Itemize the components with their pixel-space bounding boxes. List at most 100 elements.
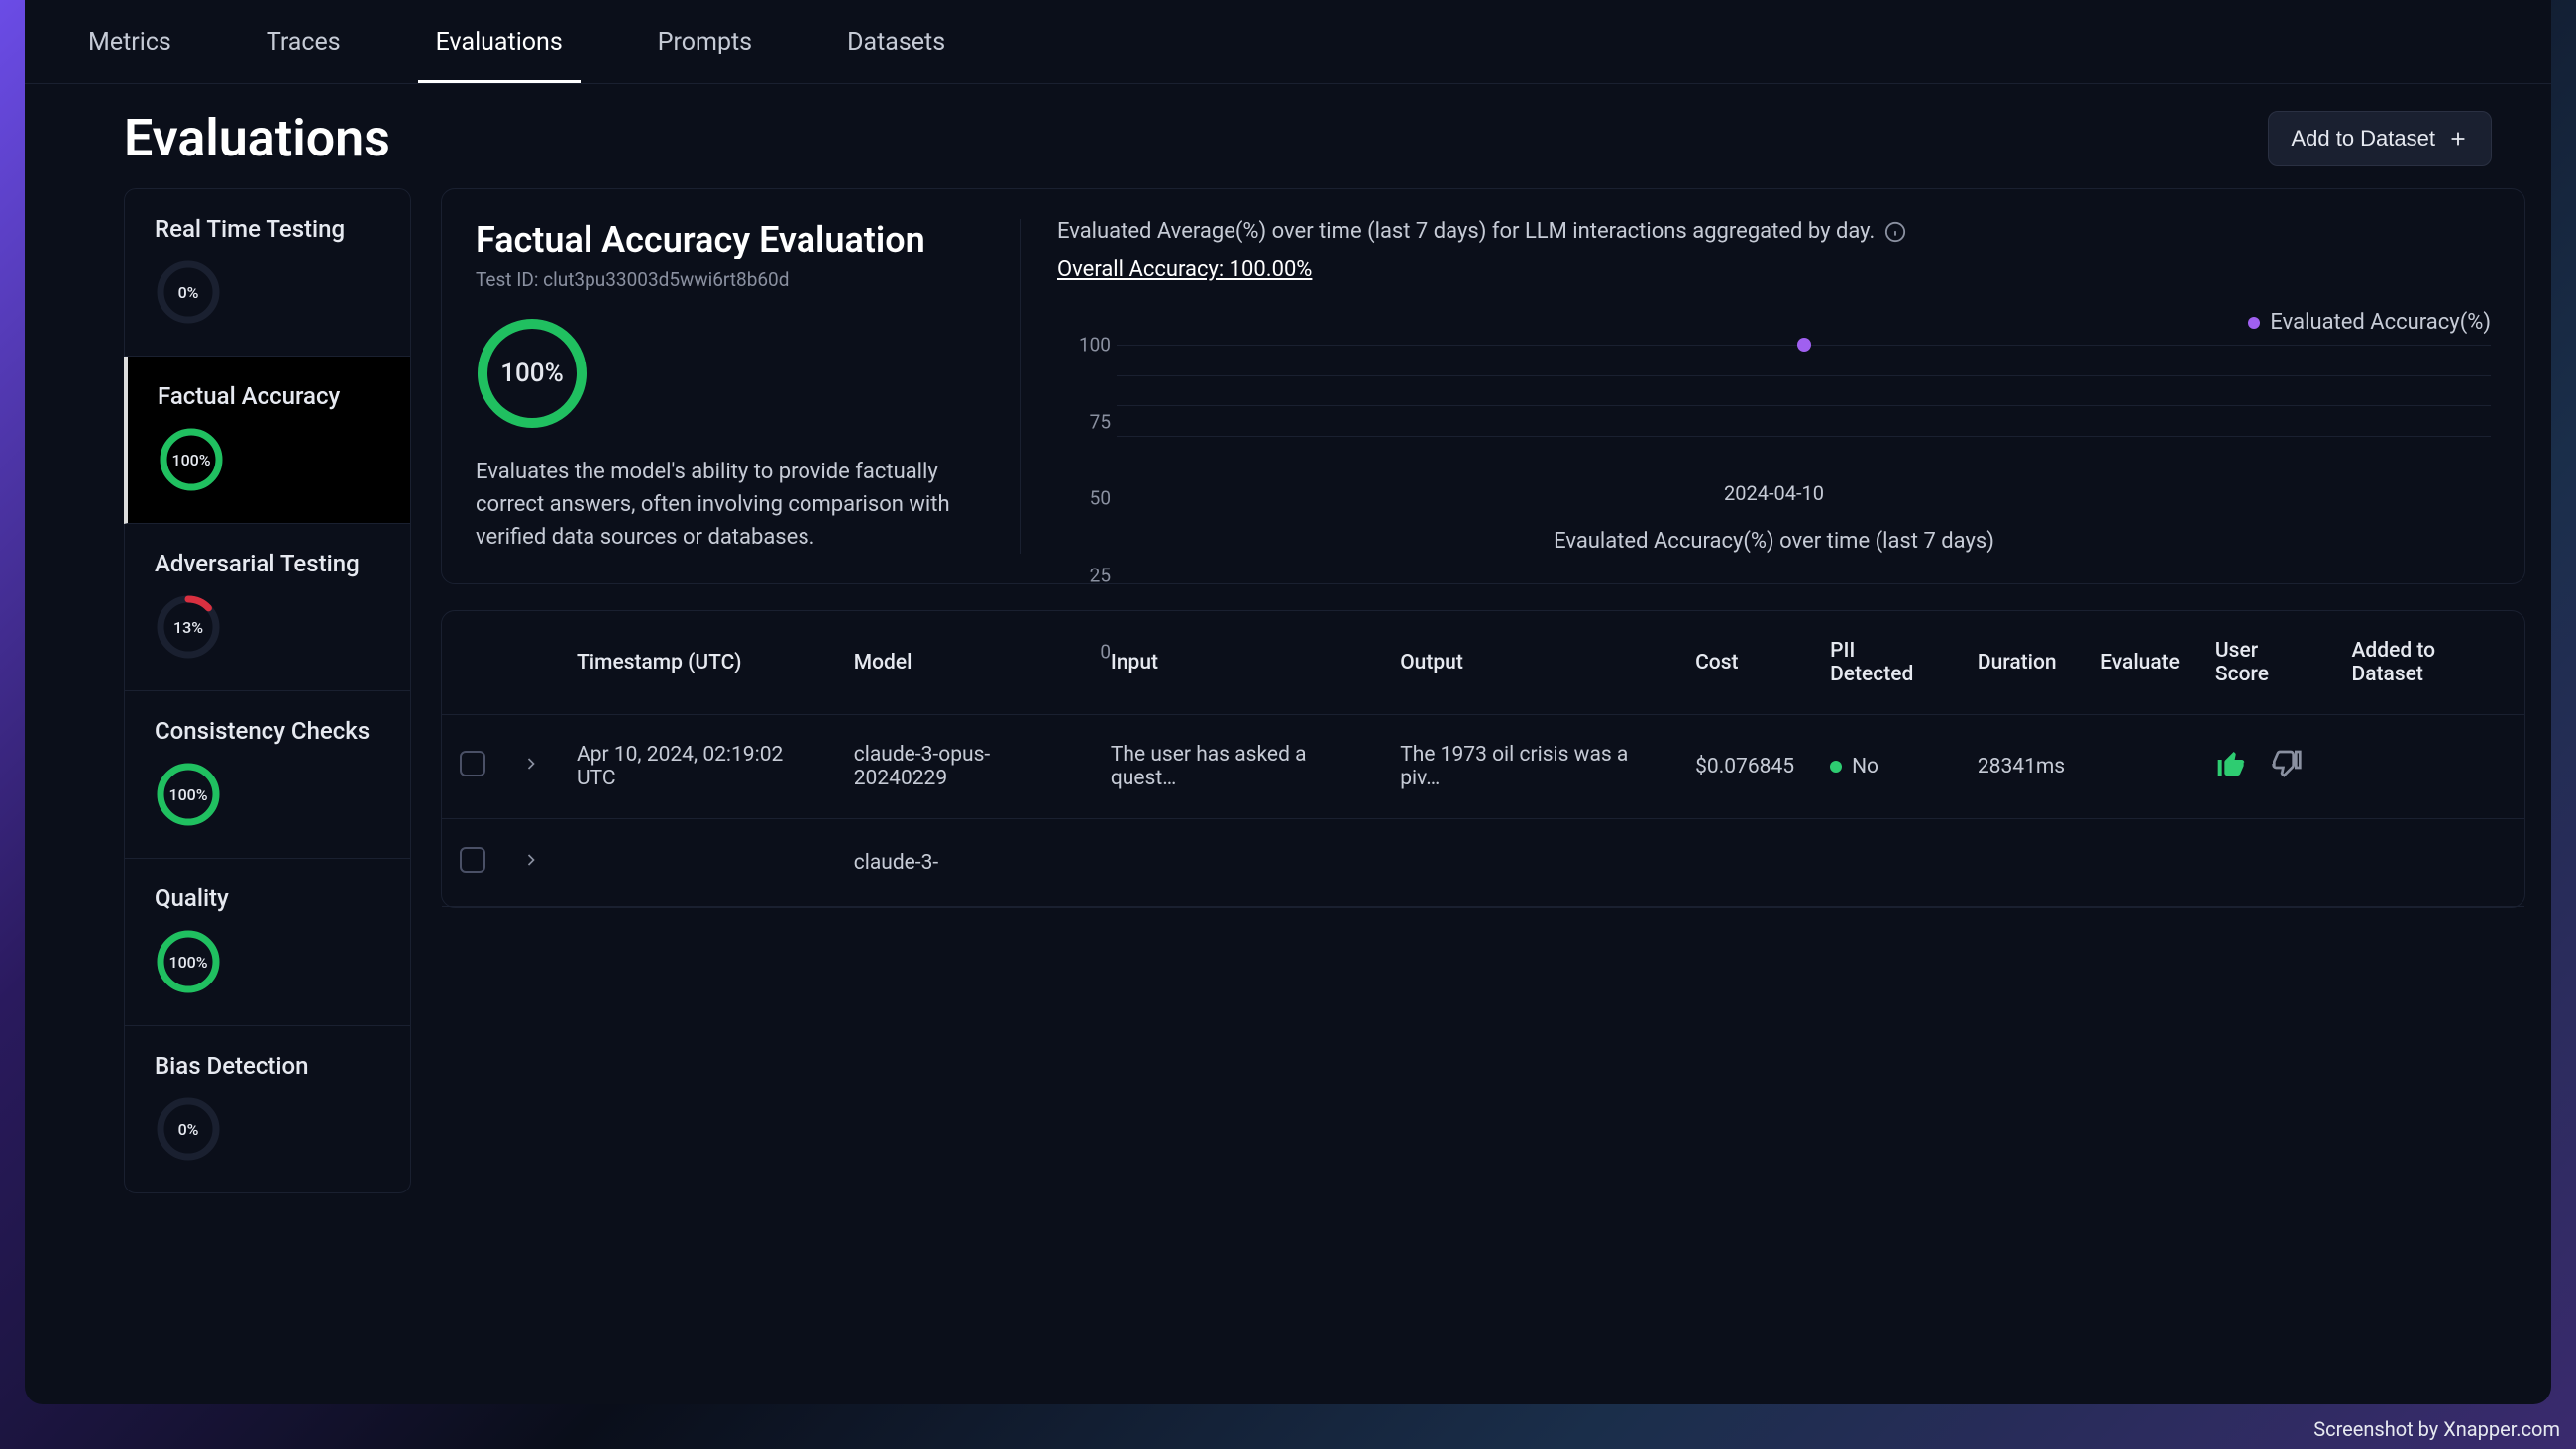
col-header: Output	[1382, 611, 1677, 715]
y-tick-label: 50	[1057, 487, 1111, 510]
chart-header-text: Evaluated Average(%) over time (last 7 d…	[1057, 219, 1875, 244]
legend-label: Evaluated Accuracy(%)	[2270, 310, 2491, 335]
y-tick-label: 0	[1057, 641, 1111, 664]
eval-sidebar: Real Time Testing 0% Factual Accuracy 100% A…	[124, 188, 411, 1379]
chart-header: Evaluated Average(%) over time (last 7 d…	[1057, 219, 2491, 244]
cell-cost: $0.076845	[1677, 715, 1812, 819]
chart-data-point[interactable]	[1797, 338, 1811, 352]
sidebar-item-label: Factual Accuracy	[158, 382, 384, 410]
add-to-dataset-label: Add to Dataset	[2291, 126, 2435, 152]
chart-area: 02550751002024-04-10	[1057, 345, 2491, 525]
chevron-right-icon[interactable]	[521, 754, 541, 774]
thumbs-down-icon[interactable]	[2271, 748, 2303, 785]
sidebar-item-factual-accuracy[interactable]: Factual Accuracy 100%	[124, 357, 411, 524]
sidebar-item-label: Bias Detection	[155, 1052, 384, 1080]
hero-accuracy-ring: 100%	[476, 317, 589, 430]
progress-text: 100%	[155, 928, 222, 995]
progress-ring: 13%	[155, 593, 222, 661]
progress-ring: 100%	[158, 426, 225, 493]
sidebar-item-real-time-testing[interactable]: Real Time Testing 0%	[124, 188, 411, 357]
progress-text: 0%	[155, 1095, 222, 1163]
tab-traces[interactable]: Traces	[249, 12, 359, 83]
progress-text: 13%	[155, 593, 222, 661]
chevron-right-icon[interactable]	[521, 850, 541, 870]
sidebar-item-quality[interactable]: Quality 100%	[124, 859, 411, 1026]
info-icon[interactable]	[1884, 221, 1906, 243]
sidebar-item-bias-detection[interactable]: Bias Detection 0%	[124, 1026, 411, 1193]
cell-timestamp: Apr 10, 2024, 02:19:02 UTC	[559, 715, 836, 819]
progress-ring: 100%	[155, 761, 222, 828]
col-header: Duration	[1960, 611, 2083, 715]
cell-evaluate	[2083, 819, 2198, 907]
plus-icon	[2447, 128, 2469, 150]
sidebar-item-label: Quality	[155, 884, 384, 912]
tab-evaluations[interactable]: Evaluations	[418, 12, 581, 83]
y-tick-label: 100	[1057, 334, 1111, 357]
hero-left: Factual Accuracy Evaluation Test ID: clu…	[476, 219, 981, 554]
sidebar-item-adversarial-testing[interactable]: Adversarial Testing 13%	[124, 524, 411, 691]
col-header: User Score	[2198, 611, 2334, 715]
overall-accuracy: Overall Accuracy: 100.00%	[1057, 258, 2491, 282]
page-title: Evaluations	[124, 108, 390, 168]
sidebar-item-label: Adversarial Testing	[155, 550, 384, 577]
cell-added-to-dataset	[2334, 819, 2525, 907]
y-tick-label: 75	[1057, 410, 1111, 433]
x-tick-label: 2024-04-10	[1724, 481, 1824, 505]
chart-legend: Evaluated Accuracy(%)	[2248, 310, 2491, 335]
row-checkbox[interactable]	[460, 847, 485, 873]
cell-added-to-dataset	[2334, 715, 2525, 819]
col-header: Evaluate	[2083, 611, 2198, 715]
content: Factual Accuracy Evaluation Test ID: clu…	[441, 188, 2525, 1379]
col-header	[503, 611, 559, 715]
progress-text: 100%	[155, 761, 222, 828]
y-tick-label: 25	[1057, 564, 1111, 586]
app-shell: Metrics Traces Evaluations Prompts Datas…	[25, 0, 2551, 1404]
tab-datasets[interactable]: Datasets	[829, 12, 963, 83]
cell-output: The 1973 oil crisis was a piv…	[1382, 715, 1677, 819]
progress-text: 0%	[155, 259, 222, 326]
tab-metrics[interactable]: Metrics	[70, 12, 189, 83]
cell-cost	[1677, 819, 1812, 907]
screenshot-credit: Screenshot by Xnapper.com	[2313, 1417, 2560, 1441]
add-to-dataset-button[interactable]: Add to Dataset	[2268, 111, 2492, 166]
progress-ring: 100%	[155, 928, 222, 995]
cell-output	[1382, 819, 1677, 907]
results-table: Timestamp (UTC)ModelInputOutputCostPII D…	[442, 611, 2524, 907]
sidebar-item-label: Real Time Testing	[155, 215, 384, 243]
progress-ring: 0%	[155, 1095, 222, 1163]
page-header: Evaluations Add to Dataset	[25, 84, 2551, 188]
thumbs-up-icon[interactable]	[2215, 748, 2247, 785]
cell-input	[1093, 819, 1382, 907]
cell-model: claude-3-opus-20240229	[836, 715, 1093, 819]
table-row[interactable]: Apr 10, 2024, 02:19:02 UTCclaude-3-opus-…	[442, 715, 2524, 819]
row-checkbox[interactable]	[460, 751, 485, 776]
eval-title: Factual Accuracy Evaluation	[476, 219, 981, 260]
sidebar-item-consistency-checks[interactable]: Consistency Checks 100%	[124, 691, 411, 859]
pii-cell: No	[1830, 755, 1942, 778]
progress-text: 100%	[158, 426, 225, 493]
chart-caption: Evaulated Accuracy(%) over time (last 7 …	[1057, 529, 2491, 554]
eval-description: Evaluates the model's ability to provide…	[476, 456, 981, 554]
col-header: Model	[836, 611, 1093, 715]
chart-panel: Evaluated Average(%) over time (last 7 d…	[1020, 219, 2491, 554]
status-dot-icon	[1830, 761, 1842, 773]
table-row[interactable]: claude-3-	[442, 819, 2524, 907]
cell-duration	[1960, 819, 2083, 907]
col-header: PII Detected	[1812, 611, 1960, 715]
cell-model: claude-3-	[836, 819, 1093, 907]
hero-card: Factual Accuracy Evaluation Test ID: clu…	[441, 188, 2525, 584]
hero-ring-text: 100%	[476, 317, 589, 430]
tab-prompts[interactable]: Prompts	[640, 12, 770, 83]
sidebar-item-label: Consistency Checks	[155, 717, 384, 745]
main-body: Real Time Testing 0% Factual Accuracy 100% A…	[25, 188, 2551, 1404]
col-header: Added to Dataset	[2334, 611, 2525, 715]
top-nav-tabs: Metrics Traces Evaluations Prompts Datas…	[25, 0, 2551, 84]
cell-duration: 28341ms	[1960, 715, 2083, 819]
results-table-card: Timestamp (UTC)ModelInputOutputCostPII D…	[441, 610, 2525, 908]
col-header: Timestamp (UTC)	[559, 611, 836, 715]
cell-evaluate	[2083, 715, 2198, 819]
cell-timestamp	[559, 819, 836, 907]
col-header: Input	[1093, 611, 1382, 715]
col-header: Cost	[1677, 611, 1812, 715]
cell-input: The user has asked a quest…	[1093, 715, 1382, 819]
